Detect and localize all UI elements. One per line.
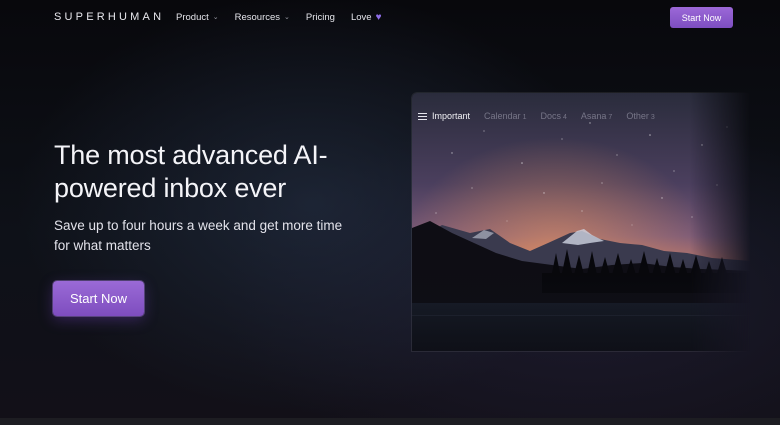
- superhuman-logo[interactable]: SUPERHUMAN: [54, 11, 164, 23]
- chevron-down-icon: ⌄: [212, 13, 219, 21]
- nav-item-product[interactable]: Product ⌄: [176, 12, 219, 23]
- tab-label: Important: [432, 111, 471, 121]
- bottom-edge-bar: [0, 418, 780, 425]
- tab-docs[interactable]: Docs 4: [540, 111, 566, 121]
- tab-important[interactable]: Important: [432, 111, 470, 121]
- hero-subhead: Save up to four hours a week and get mor…: [54, 218, 343, 253]
- tab-label: Docs: [540, 111, 561, 121]
- nav-item-label: Love: [350, 12, 372, 23]
- tab-label: Other: [626, 111, 649, 121]
- tab-count: 1: [522, 114, 527, 121]
- tab-label: Asana: [580, 111, 607, 121]
- chevron-down-icon: ⌄: [284, 13, 290, 21]
- preview-fade-overlay: [412, 261, 750, 351]
- menu-icon[interactable]: [412, 112, 432, 120]
- nav-start-now-button[interactable]: Start Now: [670, 7, 733, 28]
- tab-count: 4: [562, 114, 567, 121]
- tab-asana[interactable]: Asana 7: [581, 111, 612, 121]
- inbox-tabs: Important Calendar 1 Docs 4 Asana 7 Other 3: [412, 109, 669, 123]
- nav-item-label: Pricing: [305, 12, 335, 23]
- tab-label: Calendar: [484, 111, 521, 121]
- nav-item-label: Product: [176, 12, 209, 23]
- nav-item-label: Resources: [234, 12, 281, 23]
- hero-headline: The most advanced AI-powered inbox ever: [54, 140, 328, 203]
- hero-start-now-button[interactable]: Start Now: [53, 281, 144, 316]
- purple-heart-icon: ♥: [375, 12, 382, 23]
- tab-calendar[interactable]: Calendar 1: [484, 111, 526, 121]
- tab-other[interactable]: Other 3: [626, 111, 654, 121]
- nav-links: Product ⌄ Resources ⌄ Pricing Love ♥: [176, 12, 382, 23]
- tab-count: 3: [650, 114, 655, 121]
- nav-item-resources[interactable]: Resources ⌄: [235, 12, 290, 23]
- inbox-preview-window: Important Calendar 1 Docs 4 Asana 7 Other 3: [411, 92, 751, 352]
- nav-item-pricing[interactable]: Pricing: [306, 12, 335, 23]
- tab-count: 7: [608, 114, 613, 121]
- nav-item-love[interactable]: Love ♥: [351, 12, 382, 23]
- top-nav: SUPERHUMAN Product ⌄ Resources ⌄ Pricing…: [0, 0, 780, 36]
